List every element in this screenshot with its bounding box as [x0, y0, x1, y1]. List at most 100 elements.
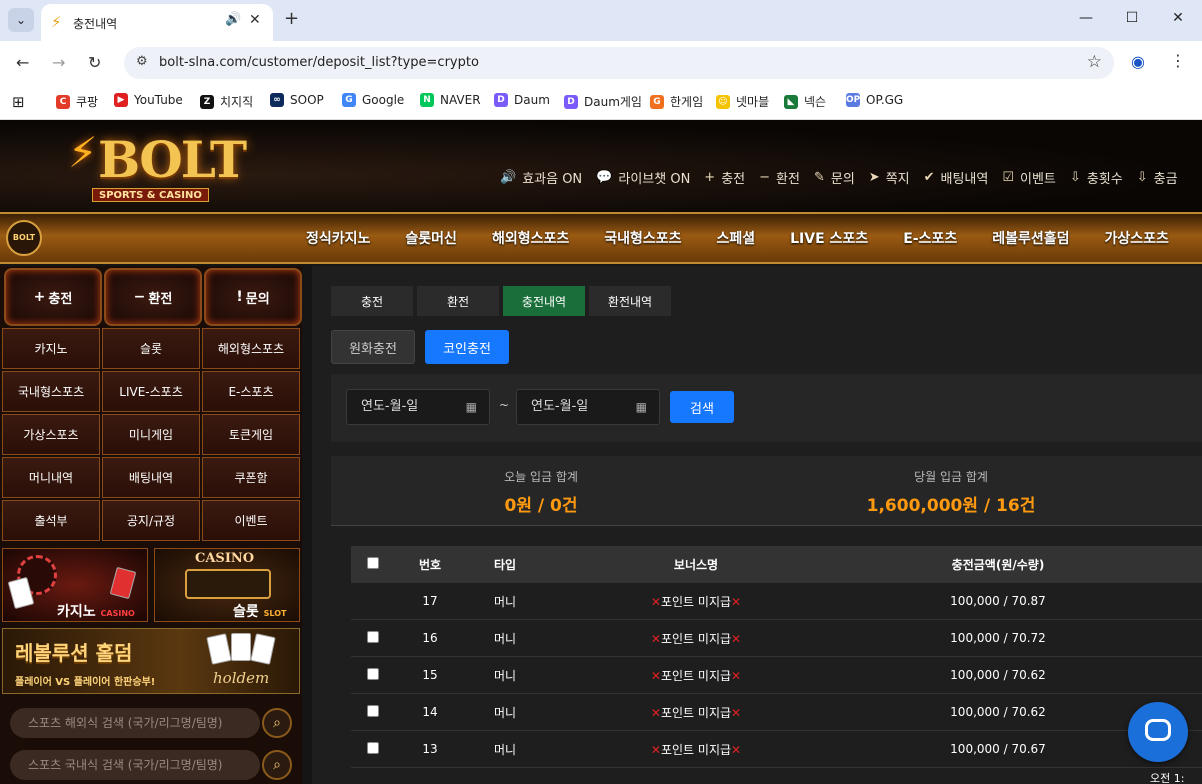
sidebar-menu-item-12[interactable]: 출석부: [2, 500, 100, 541]
header-link-4[interactable]: ✎ 문의: [814, 168, 855, 187]
site-info-icon[interactable]: ⚙: [136, 54, 148, 69]
bookmark-8[interactable]: G 한게임: [650, 93, 703, 110]
header-link-9[interactable]: ⇩ 충금: [1137, 168, 1178, 187]
bookmark-9[interactable]: ☺ 넷마블: [716, 93, 769, 110]
select-all-checkbox[interactable]: [367, 557, 379, 569]
profile-icon[interactable]: ◉: [1131, 52, 1145, 71]
minimize-icon[interactable]: —: [1076, 10, 1096, 26]
sidebar-menu-item-11[interactable]: 쿠폰함: [202, 457, 300, 498]
bookmark-5[interactable]: N NAVER: [420, 93, 481, 107]
sidebar-menu-item-2[interactable]: 해외형스포츠: [202, 328, 300, 369]
bookmark-10[interactable]: ◣ 넥슨: [784, 93, 826, 110]
deposit-history-panel: 충전 환전 충전내역 환전내역 원화충전 코인충전 연도-월-일 ▦ ~ 연도-월-일 ▦ …: [312, 266, 1202, 784]
sidebar-menu-item-9[interactable]: 머니내역: [2, 457, 100, 498]
back-icon[interactable]: ←: [16, 53, 29, 72]
tab-2[interactable]: 충전내역: [503, 286, 585, 316]
bookmark-star-icon[interactable]: ☆: [1087, 52, 1102, 72]
bookmark-11[interactable]: OP OP.GG: [846, 93, 903, 107]
sidebar-menu-item-0[interactable]: 카지노: [2, 328, 100, 369]
holdem-banner[interactable]: 레볼루션 홀덤 플레이어 VS 플레이어 한판승부! holdem: [2, 628, 300, 694]
close-window-icon[interactable]: ✕: [1168, 10, 1188, 26]
bookmark-2[interactable]: Z 치지직: [200, 93, 253, 110]
nav-logo-badge[interactable]: BOLT: [6, 220, 42, 256]
sidebar-menu-item-6[interactable]: 가상스포츠: [2, 414, 100, 455]
row-checkbox[interactable]: [367, 630, 379, 643]
site-logo[interactable]: BOLT: [98, 130, 247, 189]
header-link-2[interactable]: + 충전: [704, 168, 745, 187]
browser-tab[interactable]: ⚡ 충전내역 🔊 ✕: [41, 4, 273, 41]
nav-item-7[interactable]: 레볼루션홀덤: [992, 228, 1069, 248]
nav-item-5[interactable]: LIVE 스포츠: [790, 228, 868, 248]
header-link-3[interactable]: − 환전: [759, 168, 800, 187]
search-icon[interactable]: ⌕: [262, 708, 292, 738]
nav-item-2[interactable]: 해외형스포츠: [492, 228, 569, 248]
tab-1[interactable]: 환전: [417, 286, 499, 316]
url-text[interactable]: bolt-slna.com/customer/deposit_list?type…: [159, 55, 479, 70]
address-bar-row: ← → ↻ ⚙ bolt-slna.com/customer/deposit_l…: [0, 41, 1202, 84]
header-link-0[interactable]: 🔊 효과음 ON: [500, 168, 582, 187]
sidebar-menu-item-3[interactable]: 국내형스포츠: [2, 371, 100, 412]
bookmark-0[interactable]: C 쿠팡: [56, 93, 98, 110]
nav-item-3[interactable]: 국내형스포츠: [604, 228, 681, 248]
tab-0[interactable]: 충전: [331, 286, 413, 316]
reload-icon[interactable]: ↻: [88, 53, 101, 72]
speaker-icon[interactable]: 🔊: [225, 12, 241, 27]
taskbar-clock: 오전 1:: [1150, 772, 1185, 784]
header-link-7[interactable]: ☑ 이벤트: [1002, 168, 1056, 187]
nav-item-8[interactable]: 가상스포츠: [1104, 228, 1168, 248]
header-link-5[interactable]: ➤ 쪽지: [869, 168, 910, 187]
row-checkbox[interactable]: [367, 704, 379, 717]
nav-item-0[interactable]: 정식카지노: [306, 228, 370, 248]
search-icon[interactable]: ⌕: [262, 750, 292, 780]
search-button[interactable]: 검색: [670, 391, 734, 423]
calendar-icon[interactable]: ▦: [466, 390, 477, 424]
row-checkbox[interactable]: [367, 667, 379, 680]
nav-item-4[interactable]: 스페셜: [717, 228, 756, 248]
domestic-sports-search-input[interactable]: 스포츠 국내식 검색 (국가/리그명/팀명): [10, 750, 260, 780]
apps-grid-icon[interactable]: ⊞: [12, 93, 25, 111]
sidebar-menu-item-1[interactable]: 슬롯: [102, 328, 200, 369]
menu-kebab-icon[interactable]: ⋮: [1170, 51, 1186, 70]
header-link-6[interactable]: ✔ 배팅내역: [924, 168, 989, 187]
sidebar-menu-item-8[interactable]: 토큰게임: [202, 414, 300, 455]
new-tab-icon[interactable]: +: [284, 8, 299, 29]
sidebar-menu-item-13[interactable]: 공지/규정: [102, 500, 200, 541]
sidebar-quick-button-2[interactable]: ! 문의: [204, 268, 302, 326]
bookmark-7[interactable]: D Daum게임: [564, 93, 642, 110]
forward-icon[interactable]: →: [52, 53, 65, 72]
date-from-input[interactable]: 연도-월-일 ▦: [346, 389, 490, 425]
sidebar-menu-item-4[interactable]: LIVE-스포츠: [102, 371, 200, 412]
tab-3[interactable]: 환전내역: [589, 286, 671, 316]
overseas-sports-search-input[interactable]: 스포츠 해외식 검색 (국가/리그명/팀명): [10, 708, 260, 738]
column-type: 타입: [493, 558, 517, 572]
row-bonus: ✕포인트 미지급✕: [545, 741, 847, 758]
nav-item-6[interactable]: E-스포츠: [903, 228, 957, 248]
date-to-input[interactable]: 연도-월-일 ▦: [516, 389, 660, 425]
sidebar-menu-item-5[interactable]: E-스포츠: [202, 371, 300, 412]
bookmark-4[interactable]: G Google: [342, 93, 404, 107]
sidebar-quick-button-1[interactable]: − 환전: [104, 268, 202, 326]
bookmark-3[interactable]: ∞ SOOP: [270, 93, 324, 107]
close-tab-icon[interactable]: ✕: [249, 12, 261, 28]
header-link-8[interactable]: ⇩ 충횟수: [1070, 168, 1123, 187]
tab-search-icon[interactable]: ⌄: [8, 8, 34, 32]
row-checkbox[interactable]: [367, 741, 379, 754]
subtab-0[interactable]: 원화충전: [331, 330, 415, 364]
omnibox[interactable]: ⚙ bolt-slna.com/customer/deposit_list?ty…: [124, 47, 1114, 79]
maximize-icon[interactable]: ☐: [1122, 10, 1142, 26]
live-chat-button[interactable]: [1128, 702, 1188, 762]
lightning-logo-icon: ⚡: [68, 128, 98, 177]
nav-item-1[interactable]: 슬롯머신: [405, 228, 457, 248]
sidebar-menu-item-10[interactable]: 배팅내역: [102, 457, 200, 498]
subtab-1[interactable]: 코인충전: [425, 330, 509, 364]
slot-banner[interactable]: CASINO 슬롯 SLOT: [154, 548, 300, 622]
header-link-1[interactable]: 💬 라이브챗 ON: [596, 168, 690, 187]
bookmark-favicon-icon: D: [494, 93, 508, 107]
bookmark-6[interactable]: D Daum: [494, 93, 550, 107]
sidebar-quick-button-0[interactable]: + 충전: [4, 268, 102, 326]
sidebar-menu-item-14[interactable]: 이벤트: [202, 500, 300, 541]
calendar-icon[interactable]: ▦: [636, 390, 647, 424]
bookmark-1[interactable]: ▶ YouTube: [114, 93, 183, 107]
sidebar-menu-item-7[interactable]: 미니게임: [102, 414, 200, 455]
casino-banner[interactable]: 카지노 CASINO: [2, 548, 148, 622]
